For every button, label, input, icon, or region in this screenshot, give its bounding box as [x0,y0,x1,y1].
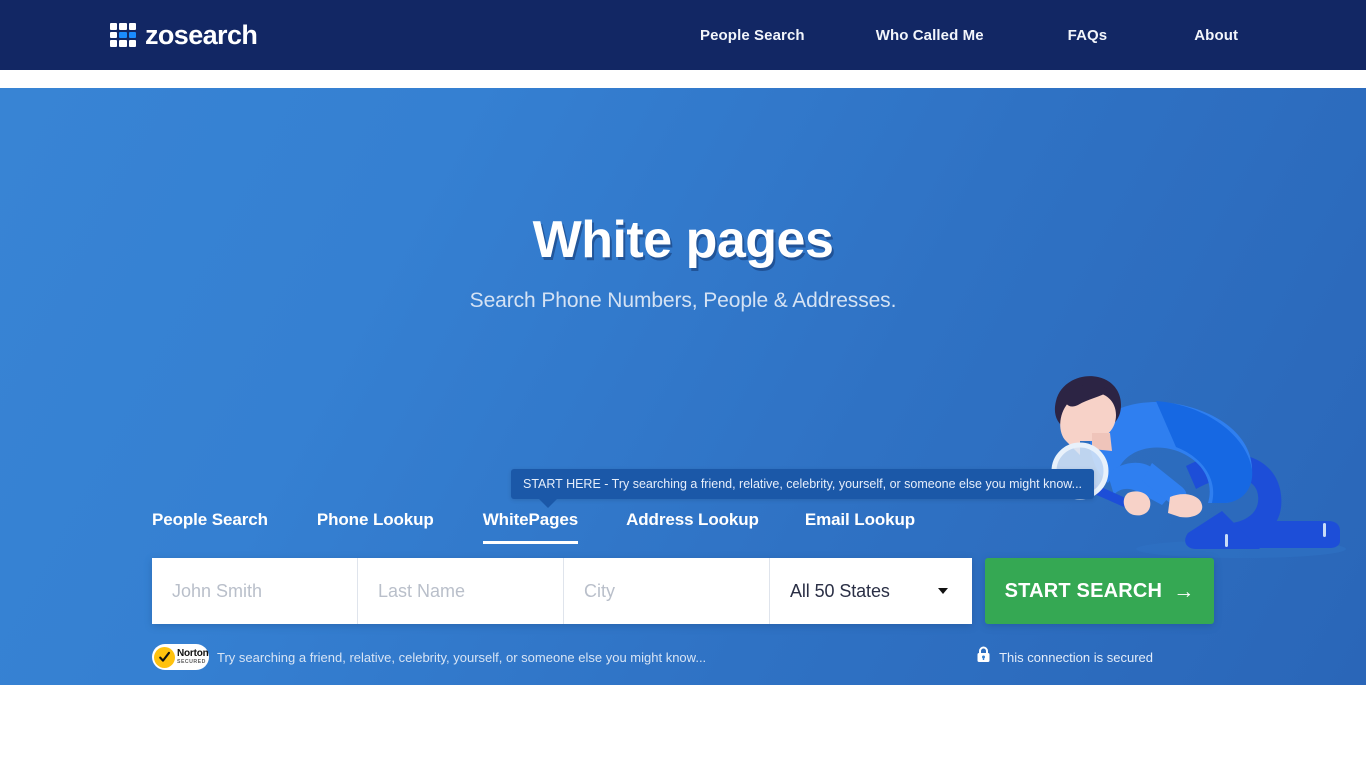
page-bottom-area [0,685,1366,768]
tab-email-lookup[interactable]: Email Lookup [805,510,915,544]
page-subtitle: Search Phone Numbers, People & Addresses… [469,288,897,312]
nav-item-about[interactable]: About [1194,27,1238,44]
tab-whitepages[interactable]: WhitePages [482,510,578,544]
nav-item-who-called-me[interactable]: Who Called Me [876,27,984,44]
nav-item-people-search[interactable]: People Search [700,27,805,44]
norton-secured-badge[interactable]: Norton SECURED [152,644,209,670]
first-name-input[interactable] [152,558,358,624]
search-form: All 50 States START SEARCH → [152,558,1214,624]
search-type-tabs: People Search Phone Lookup WhitePages Ad… [152,510,915,544]
start-search-label: START SEARCH [1004,579,1163,602]
page-title: White pages [532,211,834,269]
site-header: zosearch People Search Who Called Me FAQ… [0,0,1366,70]
logo-text: zosearch [145,19,258,50]
arrow-right-icon: → [1173,579,1195,603]
chevron-down-icon [938,588,948,594]
tab-people-search[interactable]: People Search [152,510,268,544]
secure-connection-notice: This connection is secured [976,646,1153,668]
start-search-button[interactable]: START SEARCH → [985,558,1214,624]
tab-phone-lookup[interactable]: Phone Lookup [317,510,434,544]
search-footer: Norton SECURED Try searching a friend, r… [152,644,1214,670]
header-separator [0,70,1366,88]
hero-section: White pages Search Phone Numbers, People… [0,88,1366,685]
start-here-tooltip: START HERE - Try searching a friend, rel… [511,469,1095,508]
norton-badge-title: Norton [177,647,209,659]
logo[interactable]: zosearch [110,19,258,50]
norton-badge-subtitle: SECURED [177,658,206,665]
state-select[interactable]: All 50 States [770,558,972,624]
last-name-input[interactable] [358,558,564,624]
nav-item-faqs[interactable]: FAQs [1068,27,1108,44]
main-navigation: People Search Who Called Me FAQs About [700,0,1238,70]
tab-address-lookup[interactable]: Address Lookup [626,510,759,544]
norton-badge-text: Norton SECURED [177,647,209,665]
padlock-icon [976,646,991,668]
search-hint-text: Try searching a friend, relative, celebr… [217,649,707,665]
secure-connection-text: This connection is secured [999,649,1153,665]
checkmark-icon [154,646,175,668]
state-select-value: All 50 States [790,580,890,601]
grid-logo-icon [110,23,136,47]
city-input[interactable] [564,558,770,624]
